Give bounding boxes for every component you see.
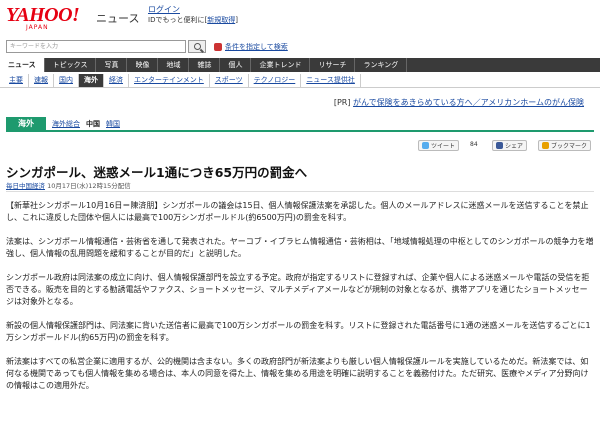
facebook-share-button[interactable]: シェア — [492, 140, 528, 151]
sub-technology[interactable]: テクノロジー — [249, 74, 302, 87]
article-paragraph: シンガポール政府は同法案の成立に向け、個人情報保護部門を設立する予定。政府が指定… — [6, 273, 590, 306]
search-options-icon — [214, 43, 222, 51]
cat-ranking[interactable]: ランキング — [355, 58, 408, 72]
article-paragraph: 新設の個人情報保護部門は、同法案に背いた送信者に最高で100万シンガポールの罰金… — [6, 321, 591, 342]
region-tab-overseas[interactable]: 海外 — [6, 117, 46, 130]
register-bracket-close: ] — [235, 16, 238, 24]
sub-nav: 主要 速報 国内 海外 経済 エンターテインメント スポーツ テクノロジー ニュ… — [0, 74, 600, 88]
region-link-china[interactable]: 中国 — [86, 118, 100, 130]
divider — [6, 191, 594, 192]
sub-providers[interactable]: ニュース提供社 — [301, 74, 361, 87]
cat-news[interactable]: ニュース — [0, 58, 45, 72]
bookmark-label: ブックマーク — [551, 143, 588, 150]
sub-domestic[interactable]: 国内 — [54, 74, 79, 87]
cat-local[interactable]: 地域 — [158, 58, 190, 72]
share-label: シェア — [505, 143, 524, 150]
advanced-search-label: 条件を指定して検索 — [225, 43, 288, 51]
register-link[interactable]: 新規取得 — [207, 16, 235, 24]
bookmark-icon — [542, 142, 549, 149]
cat-magazine[interactable]: 雑誌 — [189, 58, 221, 72]
sub-overseas[interactable]: 海外 — [79, 74, 104, 87]
sub-entertainment[interactable]: エンターテインメント — [129, 74, 210, 87]
article-paragraph: 【新華社シンガポール10月16日＝陳済朋】シンガポールの議会は15日、個人情報保… — [6, 201, 589, 222]
region-link-korea[interactable]: 韓国 — [106, 118, 120, 130]
pr-link[interactable]: がんで保険をあきらめている方へ／アメリカンホームのがん保険 — [353, 98, 584, 107]
cat-photo[interactable]: 写真 — [96, 58, 128, 72]
search-button[interactable] — [188, 40, 206, 53]
tweet-button[interactable]: ツイート — [418, 140, 460, 151]
article-paragraph: 新法案はすべての私営企業に適用するが、公的機関は含まない。多くの政府部門が新法案… — [6, 357, 589, 390]
login-sub: IDでもっと便利に[新規取得] — [148, 15, 238, 25]
sub-main[interactable]: 主要 — [4, 74, 29, 87]
category-nav: ニュース トピックス 写真 映像 地域 雑誌 個人 企業トレンド リサーチ ラン… — [0, 58, 600, 72]
advanced-search-link[interactable]: 条件を指定して検索 — [214, 42, 288, 52]
article-date: 10月17日(水)12時15分配信 — [47, 182, 131, 190]
search-bar: キーワードを入力 条件を指定して検索 — [0, 38, 600, 56]
search-input[interactable]: キーワードを入力 — [6, 40, 186, 53]
sub-economy[interactable]: 経済 — [104, 74, 129, 87]
region-bar: 海外 海外総合 中国 韓国 — [6, 117, 594, 132]
site-header: YAHOO! JAPAN ニュース ログイン IDでもっと便利に[新規取得] — [0, 0, 600, 40]
tweet-label: ツイート — [431, 143, 456, 150]
cat-personal[interactable]: 個人 — [220, 58, 252, 72]
bookmark-button[interactable]: ブックマーク — [538, 140, 592, 151]
article-paragraph: 法案は、シンガポール情報通信・芸術省を通して発表された。ヤーコブ・イブラヒム情報… — [6, 237, 594, 258]
yahoo-logo-sub: JAPAN — [26, 24, 49, 31]
pr-label: [PR] — [333, 98, 351, 107]
facebook-icon — [496, 142, 503, 149]
cat-video[interactable]: 映像 — [127, 58, 159, 72]
article-source[interactable]: 毎日中国経済 — [6, 182, 45, 190]
sub-sports[interactable]: スポーツ — [210, 74, 249, 87]
social-bar: ツイート 84 シェア ブックマーク — [0, 140, 600, 152]
twitter-icon — [422, 142, 429, 149]
article-meta: 毎日中国経済 10月17日(水)12時15分配信 — [6, 180, 131, 190]
cat-research[interactable]: リサーチ — [310, 58, 356, 72]
search-icon — [193, 43, 201, 50]
region-link-general[interactable]: 海外総合 — [52, 118, 80, 130]
sub-breaking[interactable]: 速報 — [29, 74, 54, 87]
login-link[interactable]: ログイン — [148, 4, 180, 15]
cat-topics[interactable]: トピックス — [45, 58, 97, 72]
article-body: 【新華社シンガポール10月16日＝陳済朋】シンガポールの議会は15日、個人情報保… — [6, 200, 594, 404]
cat-business-trend[interactable]: 企業トレンド — [251, 58, 311, 72]
pr-ad: [PR] がんで保険をあきらめている方へ／アメリカンホームのがん保険 — [334, 97, 584, 108]
tweet-count: 84 — [470, 141, 478, 148]
section-title[interactable]: ニュース — [96, 10, 139, 26]
login-sub-text: IDでもっと便利に — [148, 16, 205, 24]
article-title: シンガポール、迷惑メール1通につき65万円の罰金へ — [6, 165, 308, 180]
